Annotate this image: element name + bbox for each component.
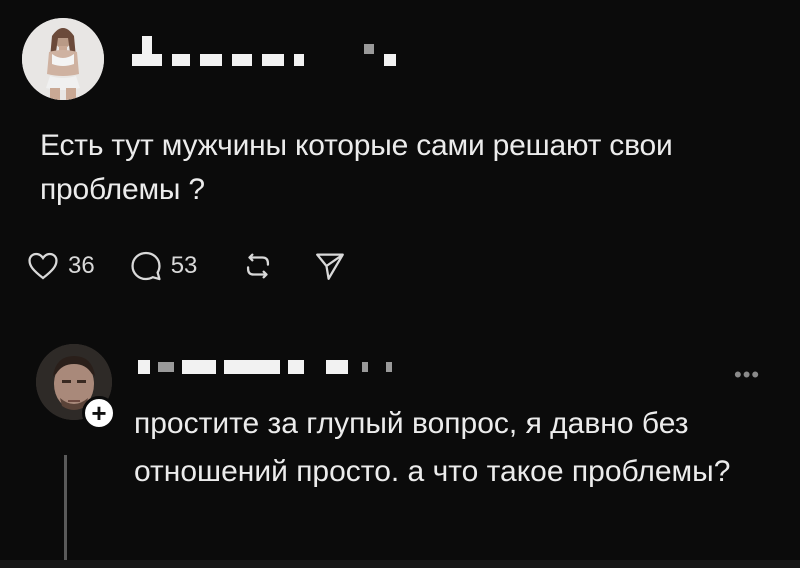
comment-bubble-icon	[131, 251, 161, 281]
plus-icon: +	[91, 398, 107, 428]
original-post: Есть тут мужчины которые сами решают сво…	[0, 0, 800, 320]
comment-button[interactable]: 53	[129, 249, 198, 283]
more-dots-icon[interactable]: •••	[734, 362, 760, 388]
comment-count: 53	[170, 252, 198, 279]
repost-icon	[247, 253, 270, 279]
reply-text: простите за глупый вопрос, я давно без о…	[134, 407, 731, 488]
post-text: Есть тут мужчины которые сами решают сво…	[40, 129, 673, 206]
post-actions: 36 53	[26, 246, 381, 286]
thread-line	[64, 455, 67, 568]
author-avatar[interactable]	[22, 18, 104, 100]
author-name-redacted[interactable]	[132, 36, 396, 66]
send-icon	[316, 253, 345, 280]
heart-icon	[28, 252, 58, 280]
share-button[interactable]	[313, 249, 347, 283]
reply-author-name-redacted[interactable]	[138, 360, 392, 374]
follow-plus-badge[interactable]: +	[82, 396, 116, 430]
bottom-strip	[0, 560, 800, 568]
repost-button[interactable]	[241, 249, 275, 283]
like-button[interactable]: 36	[26, 249, 95, 283]
like-count: 36	[68, 252, 95, 279]
